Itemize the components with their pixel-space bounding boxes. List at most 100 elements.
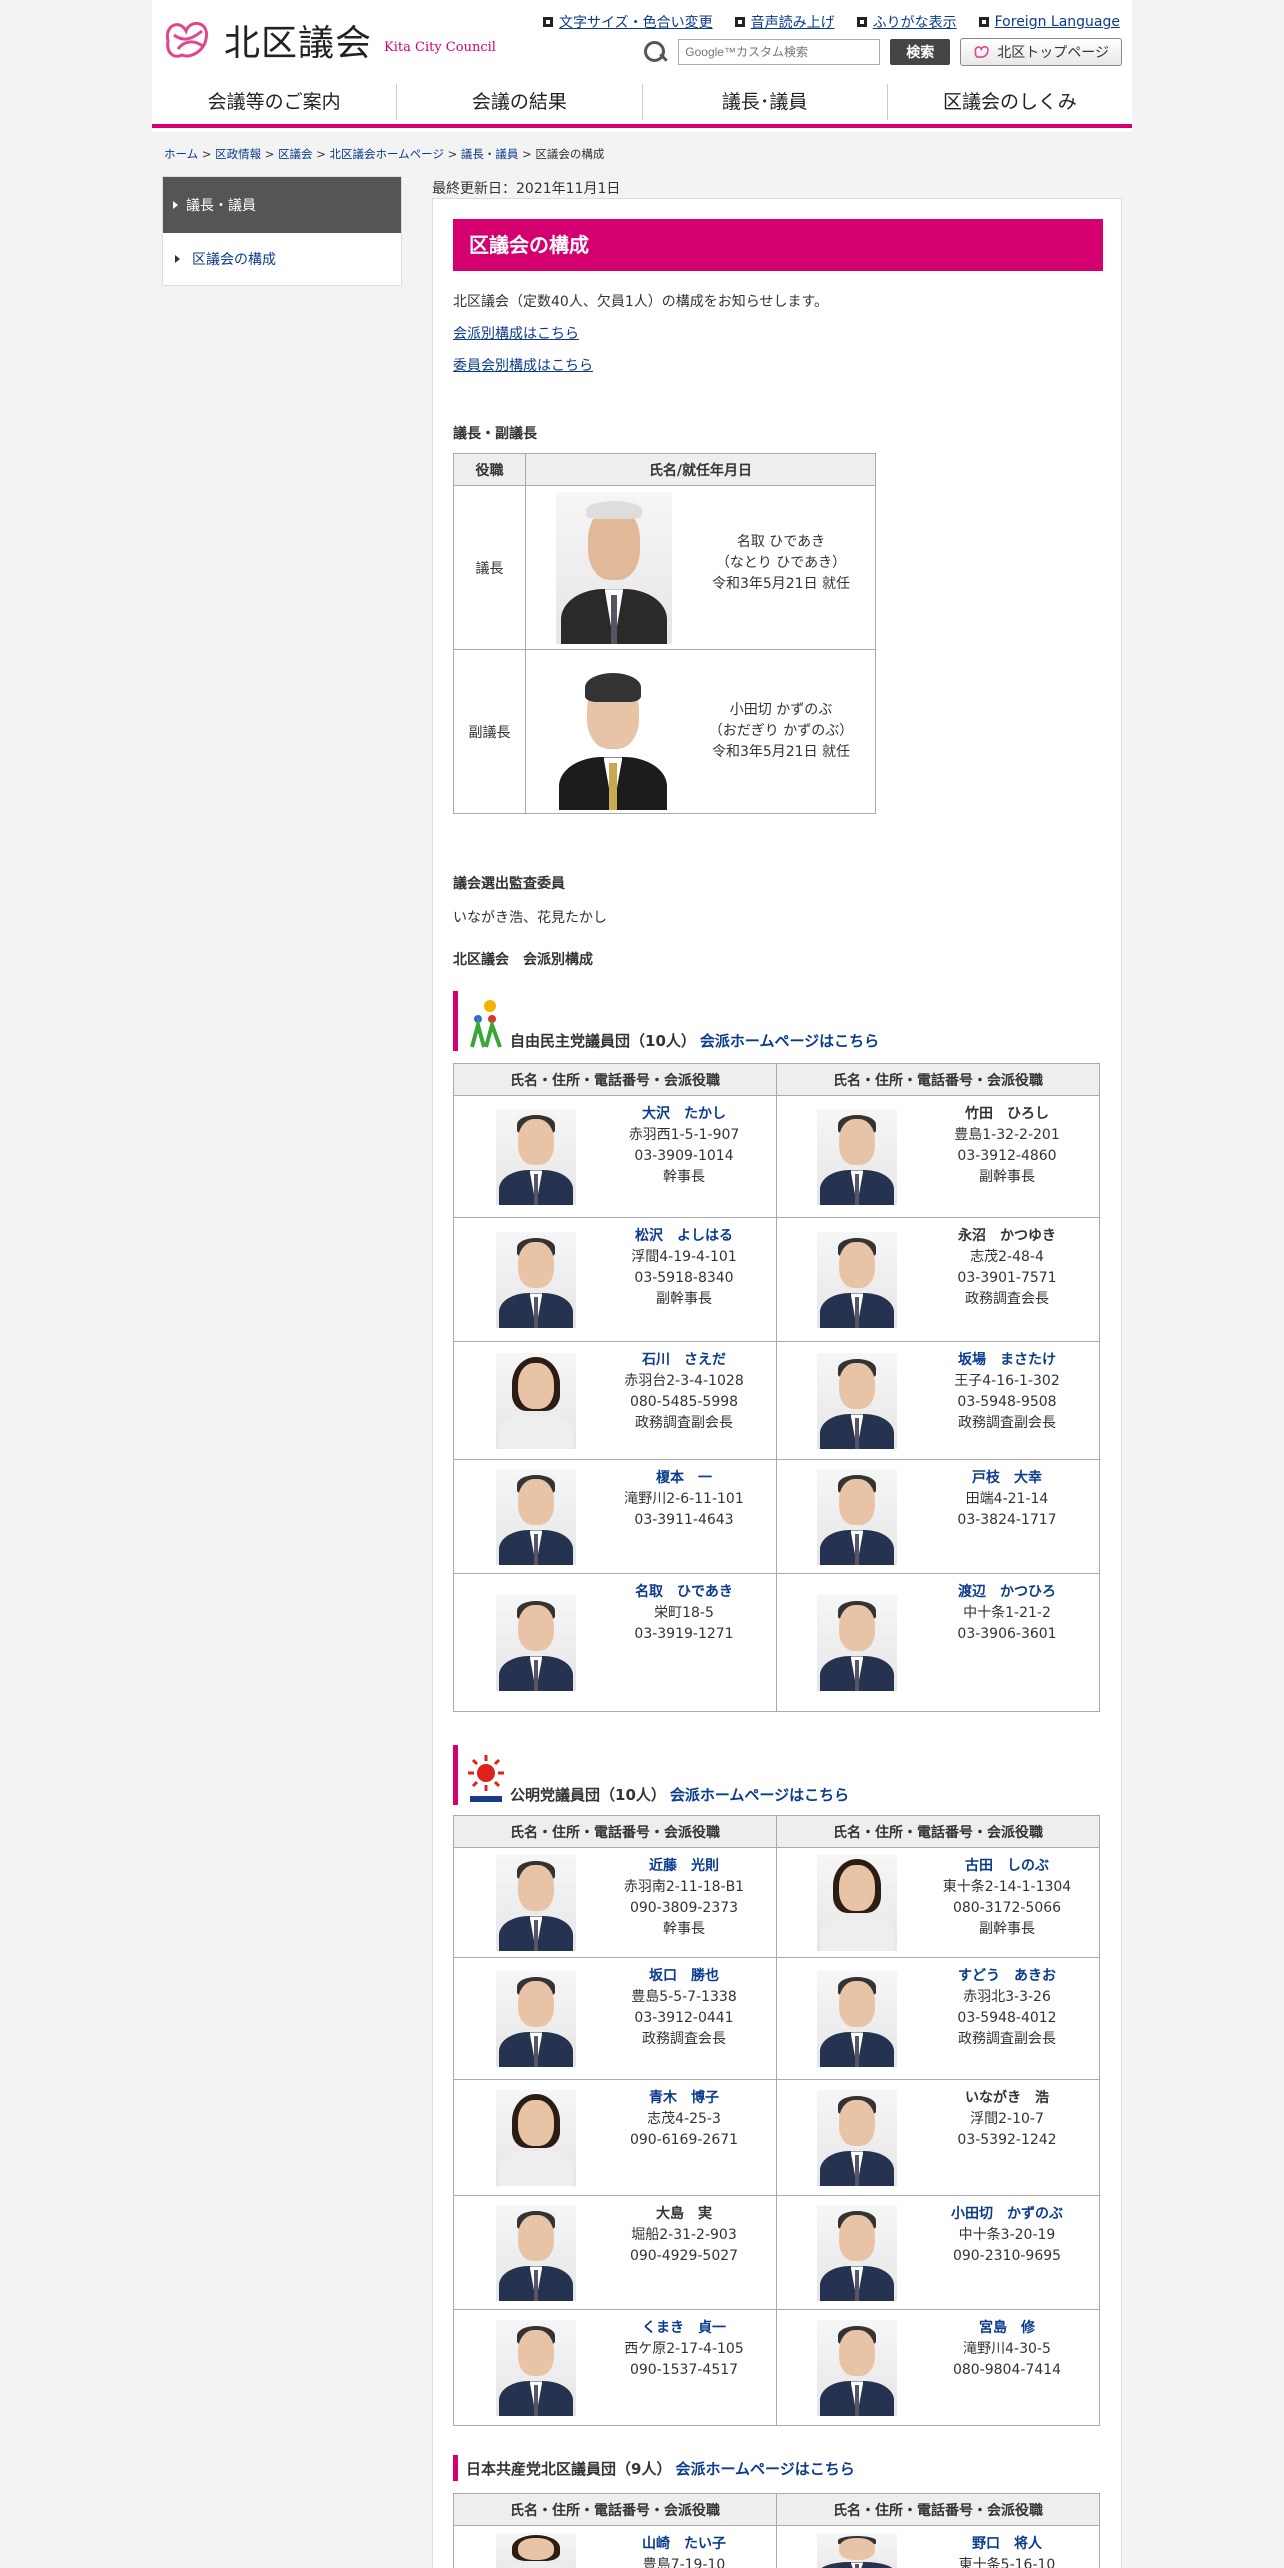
global-nav: 会議等のご案内 会議の結果 議長･議員 区議会のしくみ [152,82,1132,128]
text-size-link[interactable]: 文字サイズ・色合い変更 [543,12,713,32]
page-title: 区議会の構成 [453,219,1103,271]
member-info: 大島 実堀船2-31-2-903 090-4929-5027 [604,2204,764,2267]
site-logo[interactable]: 北区議会 Kita City Council [160,14,496,66]
nav-results[interactable]: 会議の結果 [396,84,641,120]
faction-link[interactable]: 会派別構成はこちら [453,323,579,343]
member-addr: 中十条3-20-19 [958,2227,1056,2243]
party-ldp-link[interactable]: 会派ホームページはこちら [700,1030,879,1051]
utility-links: 文字サイズ・色合い変更 音声読み上げ ふりがな表示 Foreign Langua… [543,12,1120,32]
member-role: 政務調査会長 [965,1291,1049,1307]
member-info: 松沢 よしはる 浮間4-19-4-101 03-5918-8340 副幹事長 [604,1226,764,1310]
vice-chair-info: 小田切 かずのぶ （おだぎり かずのぶ） 令和3年5月21日 就任 [686,700,876,763]
member-cell: 坂口 勝也 豊島5-5-7-1338 03-3912-0441 政務調査会長 [453,1957,777,2080]
member-cell: 松沢 よしはる 浮間4-19-4-101 03-5918-8340 副幹事長 [453,1217,777,1342]
sidebar-item-members-label[interactable]: 議長・議員 [186,195,256,215]
breadcrumb-council[interactable]: 区議会 [278,147,313,161]
member-cell: 宮島 修滝野川4-30-5 080-9804-7414 [776,2309,1100,2426]
party-ldp-name: 自由民主党議員団（10人） [510,1032,696,1050]
member-name[interactable]: 松沢 よしはる [604,1226,764,1247]
member-name: いながき 浩 [965,2090,1049,2106]
member-addr: 東十条2-14-1-1304 [942,1879,1072,1895]
member-tel: 03-3911-4643 [634,1512,734,1528]
member-name[interactable]: 坂場 まさたけ [927,1350,1087,1371]
member-name[interactable]: 坂口 勝也 [604,1966,764,1987]
audit-names: いながき浩、花見たかし [453,910,607,926]
member-role: 政務調査会長 [642,2031,726,2047]
party-jcp-name: 日本共産党北区議員団（9人） [466,2459,672,2478]
member-name[interactable]: 榎本 一 [604,1468,764,1489]
sidebar: 議長・議員 区議会の構成 [162,176,402,286]
member-addr: 赤羽北3-3-26 [963,1989,1051,2005]
member-name[interactable]: 近藤 光則 [604,1856,764,1877]
member-photo [817,1353,897,1449]
member-tel: 03-3906-3601 [957,1626,1057,1642]
sidebar-item-members[interactable]: 議長・議員 [163,177,401,233]
member-cell: いながき 浩浮間2-10-7 03-5392-1242 [776,2079,1100,2196]
header-role: 役職 [453,453,526,486]
member-tel: 080-5485-5998 [629,1394,739,1410]
member-addr: 王子4-16-1-302 [954,1373,1060,1389]
committee-link[interactable]: 委員会別構成はこちら [453,355,593,375]
member-info: 野口 将人 東十条5-16-10 [927,2534,1087,2568]
sidebar-item-composition[interactable]: 区議会の構成 [163,233,401,285]
member-name[interactable]: 山崎 たい子 [604,2534,764,2555]
member-cell: 青木 博子 志茂4-25-3 090-6169-2671 [453,2079,777,2196]
member-addr: 浮間2-10-7 [970,2111,1044,2127]
party-jcp-link[interactable]: 会派ホームページはこちら [675,2458,854,2479]
member-photo [496,2090,576,2186]
last-updated: 最終更新日：2021年11月1日 [432,181,621,197]
member-name[interactable]: くまき 貞一 [604,2318,764,2339]
party-komeito-heading: 公明党議員団（10人） 会派ホームページはこちら [453,1745,849,1805]
search-button[interactable]: 検索 [890,39,951,65]
nav-system[interactable]: 区議会のしくみ [886,84,1132,120]
city-top-button[interactable]: 北区トップページ [960,38,1122,66]
komeito-logo-icon [468,1755,504,1802]
member-role: 政務調査副会長 [958,2031,1056,2047]
chair-heading: 議長・副議長 [453,426,537,442]
member-tel: 03-5948-9508 [957,1394,1057,1410]
member-name[interactable]: すどう あきお [927,1966,1087,1987]
page: 北区議会 Kita City Council 文字サイズ・色合い変更 音声読み上… [0,0,1284,2568]
breadcrumb-council-home[interactable]: 北区議会ホームページ [330,147,444,161]
member-name[interactable]: 戸枝 大幸 [927,1468,1087,1489]
member-name[interactable]: 野口 将人 [927,2534,1087,2555]
member-photo [496,1469,576,1565]
member-info: 竹田 ひろし 豊島1-32-2-201 03-3912-4860 副幹事長 [927,1104,1087,1188]
member-photo [496,1971,576,2067]
foreign-language-link[interactable]: Foreign Language [978,12,1120,32]
member-header: 氏名・住所・電話番号・会派役職 [453,1063,777,1096]
furigana-link[interactable]: ふりがな表示 [856,12,957,32]
search-icon [642,39,668,65]
bullet-icon [978,17,989,27]
member-info: すどう あきお 赤羽北3-3-26 03-5948-4012 政務調査副会長 [927,1966,1087,2050]
member-info: 青木 博子 志茂4-25-3 090-6169-2671 [604,2088,764,2151]
member-tel: 03-3824-1717 [957,1512,1057,1528]
member-name[interactable]: 石川 さえだ [604,1350,764,1371]
member-name[interactable]: 古田 しのぶ [927,1856,1087,1877]
party-komeito-link[interactable]: 会派ホームページはこちら [670,1784,849,1805]
nav-meetings[interactable]: 会議等のご案内 [152,84,396,120]
sidebar-item-composition-label[interactable]: 区議会の構成 [192,249,276,269]
member-name[interactable]: 名取 ひであき [604,1582,764,1603]
member-info: 近藤 光則 赤羽南2-11-18-B1 090-3809-2373 幹事長 [604,1856,764,1940]
member-name[interactable]: 小田切 かずのぶ [927,2204,1087,2225]
member-info: 渡辺 かつひろ 中十条1-21-2 03-3906-3601 [927,1582,1087,1645]
member-tel: 03-3912-0441 [634,2010,734,2026]
breadcrumb-gov-info[interactable]: 区政情報 [215,147,261,161]
member-info: 坂口 勝也 豊島5-5-7-1338 03-3912-0441 政務調査会長 [604,1966,764,2050]
member-addr: 堀船2-31-2-903 [631,2227,737,2243]
voice-read-link[interactable]: 音声読み上げ [734,12,835,32]
member-tel: 03-5392-1242 [957,2132,1057,2148]
nav-members[interactable]: 議長･議員 [641,84,887,120]
member-name[interactable]: 宮島 修 [927,2318,1087,2339]
member-name[interactable]: 渡辺 かつひろ [927,1582,1087,1603]
search-input[interactable] [678,39,881,65]
member-name[interactable]: 大沢 たかし [604,1104,764,1125]
breadcrumb-home[interactable]: ホーム [164,147,198,161]
member-info: 榎本 一滝野川2-6-11-101 03-3911-4643 [604,1468,764,1531]
member-name[interactable]: 青木 博子 [604,2088,764,2109]
member-addr: 赤羽西1-5-1-907 [628,1127,740,1143]
member-tel: 080-3172-5066 [952,1900,1062,1916]
member-photo [817,2533,897,2568]
breadcrumb-members[interactable]: 議長・議員 [461,147,519,161]
